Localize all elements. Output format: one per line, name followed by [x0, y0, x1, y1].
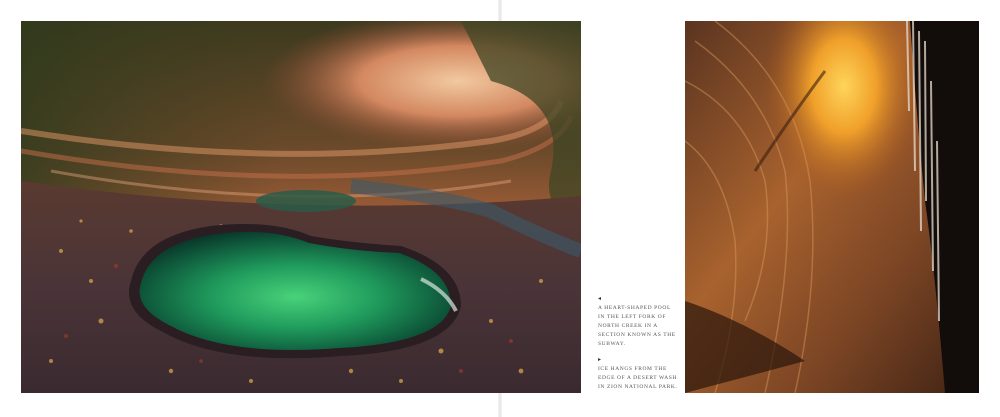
subway-pool-photo	[21, 21, 581, 393]
left-pointer-icon: ◂	[598, 296, 602, 302]
subway-pool-image	[21, 21, 581, 393]
right-pointer-icon: ▸	[598, 357, 602, 363]
caption-left: ◂ A heart-shaped pool in the left fork o…	[598, 296, 678, 349]
caption-left-text: A heart-shaped pool in the left fork of …	[598, 305, 676, 347]
slot-canyon-ice-photo	[685, 21, 979, 393]
book-spread: ◂ A heart-shaped pool in the left fork o…	[0, 0, 1000, 417]
slot-canyon-image	[685, 21, 979, 393]
caption-right: ▸ Ice hangs from the edge of a desert wa…	[598, 357, 678, 392]
caption-right-text: Ice hangs from the edge of a desert wash…	[598, 366, 678, 390]
photo-captions: ◂ A heart-shaped pool in the left fork o…	[598, 296, 678, 400]
